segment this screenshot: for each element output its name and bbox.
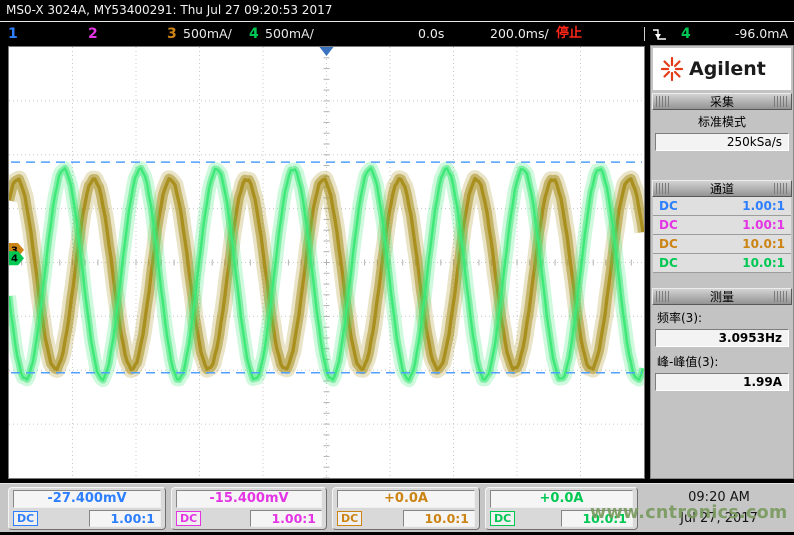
panel-title-acquire: 采集 <box>710 93 734 110</box>
grip-icon <box>774 291 788 302</box>
status-bar: 1 2 3 500mA/ 4 500mA/ 0.0s 200.0ms/ 停止 4… <box>0 22 794 46</box>
channel-row-3[interactable]: DC 10.0:1 <box>653 235 791 254</box>
ch3-status-box[interactable]: +0.0A DC 10.0:1 <box>332 487 480 530</box>
brand-name: Agilent <box>689 58 766 80</box>
ch3-probe-ratio: 10.0:1 <box>403 510 475 527</box>
waveform-display-area: 34 <box>8 46 645 479</box>
ch3-coupling-label: DC <box>659 237 678 251</box>
ch3-probe-ratio: 10.0:1 <box>742 237 785 251</box>
ch1-coupling-badge: DC <box>13 511 38 526</box>
measurement-frequency-label: 频率(3): <box>651 305 793 327</box>
grip-icon <box>656 183 670 194</box>
ch1-probe-ratio: 1.00:1 <box>742 199 785 213</box>
time-reference-marker[interactable] <box>320 47 334 56</box>
channel-row-4[interactable]: DC 10.0:1 <box>653 254 791 273</box>
status-ch3-scale[interactable]: 500mA/ <box>183 22 232 46</box>
status-ch1-number[interactable]: 1 <box>8 22 18 46</box>
ch2-probe-ratio: 1.00:1 <box>742 218 785 232</box>
ch3-coupling-badge: DC <box>337 511 362 526</box>
acquire-mode-label: 标准模式 <box>651 110 793 131</box>
ch4-probe-ratio: 10.0:1 <box>742 256 785 270</box>
status-trigger-level[interactable]: -96.0mA <box>735 22 788 46</box>
waveform-display: 34 <box>9 47 644 478</box>
status-ch4-scale[interactable]: 500mA/ <box>265 22 314 46</box>
status-timebase[interactable]: 200.0ms/ <box>490 22 549 46</box>
ch2-probe-ratio: 1.00:1 <box>250 510 322 527</box>
ch3-offset-value: +0.0A <box>337 490 475 508</box>
agilent-logo: Agilent <box>653 48 791 90</box>
watermark: www.cntronics.com <box>590 503 788 523</box>
trigger-falling-edge-icon <box>652 27 667 42</box>
status-time-offset[interactable]: 0.0s <box>418 22 444 46</box>
ch2-coupling-label: DC <box>659 218 678 232</box>
ch1-status-box[interactable]: -27.400mV DC 1.00:1 <box>8 487 166 530</box>
sample-rate-field: 250kSa/s <box>655 133 789 151</box>
ch2-offset-value: -15.400mV <box>176 490 322 508</box>
window-title: MS0-X 3024A, MY53400291: Thu Jul 27 09:2… <box>6 3 332 17</box>
ch2-coupling-badge: DC <box>176 511 201 526</box>
grip-icon <box>774 183 788 194</box>
panel-title-measure: 测量 <box>710 288 734 305</box>
grip-icon <box>656 291 670 302</box>
status-ch3-number[interactable]: 3 <box>167 22 177 46</box>
panel-title-channels: 通道 <box>710 180 734 197</box>
status-trigger-source[interactable]: 4 <box>681 22 691 46</box>
ch4-coupling-label: DC <box>659 256 678 270</box>
ch1-offset-value: -27.400mV <box>13 490 161 508</box>
status-divider <box>644 27 645 41</box>
measurement-peaktopeak-label: 峰-峰值(3): <box>651 349 793 371</box>
grip-icon <box>774 96 788 107</box>
title-bar: MS0-X 3024A, MY53400291: Thu Jul 27 09:2… <box>0 0 794 22</box>
ch2-status-box[interactable]: -15.400mV DC 1.00:1 <box>171 487 327 530</box>
status-ch4-number[interactable]: 4 <box>249 22 259 46</box>
sidebar: Agilent 采集 标准模式 250kSa/s 通道 DC 1.00:1 DC… <box>650 45 794 479</box>
ch4-coupling-badge: DC <box>490 511 515 526</box>
panel-header-channels[interactable]: 通道 <box>652 180 792 197</box>
oscilloscope-screen: MS0-X 3024A, MY53400291: Thu Jul 27 09:2… <box>0 0 794 535</box>
channel-row-2[interactable]: DC 1.00:1 <box>653 216 791 235</box>
status-run-state[interactable]: 停止 <box>556 22 582 46</box>
ch1-probe-ratio: 1.00:1 <box>89 510 161 527</box>
ch1-coupling-label: DC <box>659 199 678 213</box>
svg-text:4: 4 <box>11 254 18 265</box>
channel-row-1[interactable]: DC 1.00:1 <box>653 197 791 216</box>
grip-icon <box>656 96 670 107</box>
measurement-peaktopeak-value: 1.99A <box>655 373 789 391</box>
status-ch2-number[interactable]: 2 <box>88 22 98 46</box>
agilent-spark-icon <box>660 56 684 82</box>
panel-header-measure[interactable]: 测量 <box>652 288 792 305</box>
panel-header-acquire[interactable]: 采集 <box>652 93 792 110</box>
measurement-frequency-value: 3.0953Hz <box>655 329 789 347</box>
